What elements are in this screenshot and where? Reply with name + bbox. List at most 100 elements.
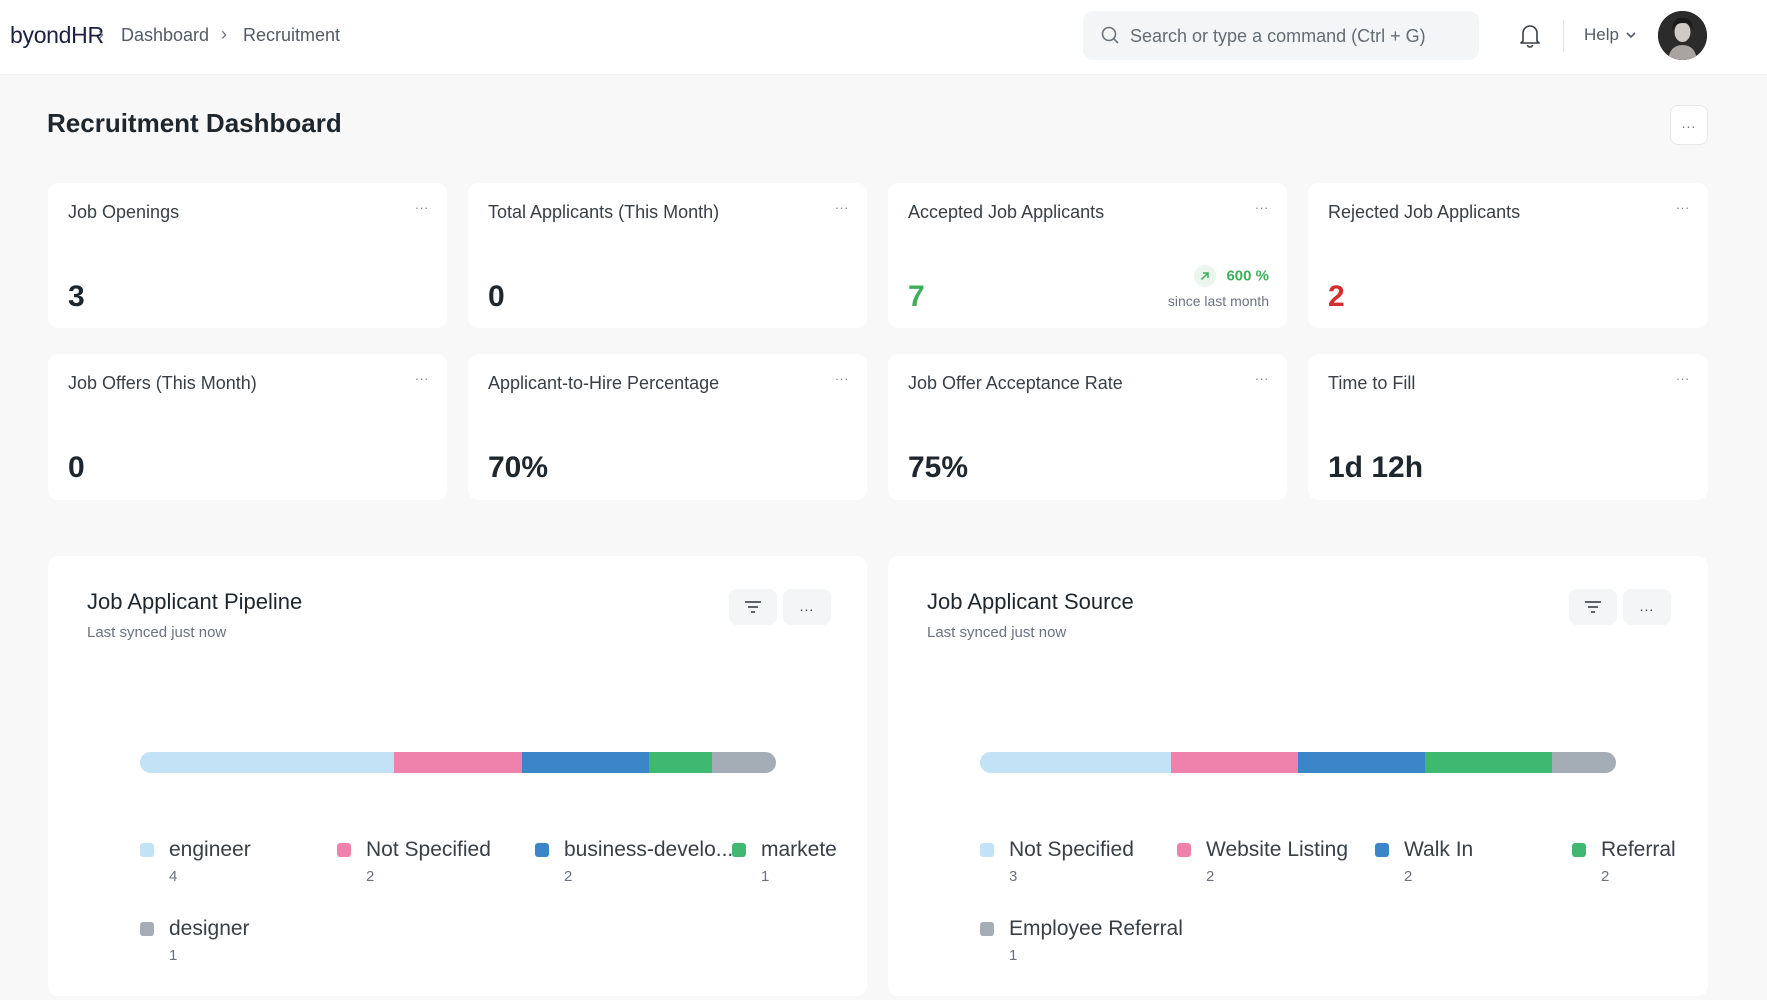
card-value: 0 xyxy=(488,280,505,313)
stacked-bar xyxy=(980,752,1616,773)
legend-swatch-icon xyxy=(140,843,154,857)
chart-sync-status: Last synced just now xyxy=(87,624,227,641)
number-card-job-offers: Job Offers (This Month) ... 0 xyxy=(48,354,447,500)
card-menu-button[interactable]: ... xyxy=(835,368,849,383)
trend-label: since last month xyxy=(1167,293,1269,309)
card-title: Job Openings xyxy=(68,202,180,222)
card-menu-button[interactable]: ... xyxy=(1255,197,1269,212)
chart-filter-button[interactable] xyxy=(729,589,777,625)
top-navbar: byondHR › Dashboard › Recruitment Search… xyxy=(0,0,1767,75)
search-icon xyxy=(1101,26,1119,44)
number-card-job-openings: Job Openings ... 3 xyxy=(48,183,447,328)
chart-menu-button[interactable]: ... xyxy=(1623,589,1671,625)
card-menu-button[interactable]: ... xyxy=(1676,368,1690,383)
legend-swatch-icon xyxy=(1572,843,1586,857)
legend-value: 2 xyxy=(564,868,573,885)
chart-job-applicant-source: Job Applicant Source Last synced just no… xyxy=(888,556,1708,996)
bar-segment[interactable] xyxy=(712,752,776,773)
trend-indicator: 600 % since last month xyxy=(1168,265,1269,309)
legend-swatch-icon xyxy=(980,922,994,936)
legend-value: 2 xyxy=(1206,868,1215,885)
navbar-divider xyxy=(1563,20,1564,52)
chart-sync-status: Last synced just now xyxy=(927,624,1067,641)
page-title: Recruitment Dashboard xyxy=(47,108,342,138)
breadcrumb-recruitment[interactable]: Recruitment xyxy=(243,25,340,46)
bar-segment[interactable] xyxy=(980,752,1171,773)
card-menu-button[interactable]: ... xyxy=(415,197,429,212)
chart-menu-button[interactable]: ... xyxy=(783,589,831,625)
legend-swatch-icon xyxy=(1177,843,1191,857)
number-card-rejected-applicants: Rejected Job Applicants ... 2 xyxy=(1308,183,1708,328)
card-menu-button[interactable]: ... xyxy=(1255,368,1269,383)
legend-label: Employee Referral xyxy=(1009,917,1183,940)
card-value: 7 xyxy=(908,280,925,313)
bar-segment[interactable] xyxy=(521,752,649,773)
bar-segment[interactable] xyxy=(1170,752,1298,773)
breadcrumb-separator-icon: › xyxy=(98,24,104,44)
chart-filter-button[interactable] xyxy=(1569,589,1617,625)
legend-swatch-icon xyxy=(535,843,549,857)
legend-value: 2 xyxy=(1404,868,1413,885)
chevron-down-icon[interactable] xyxy=(1625,31,1637,39)
legend-swatch-icon xyxy=(337,843,351,857)
number-card-accepted-applicants: Accepted Job Applicants ... 7 600 % sinc… xyxy=(888,183,1287,328)
more-options-icon: ... xyxy=(799,598,815,614)
legend-swatch-icon xyxy=(1375,843,1389,857)
filter-icon xyxy=(1585,601,1601,613)
bar-segment[interactable] xyxy=(648,752,713,773)
bar-segment[interactable] xyxy=(140,752,395,773)
chart-title: Job Applicant Source xyxy=(927,589,1134,614)
card-title: Time to Fill xyxy=(1328,373,1416,393)
bar-segment[interactable] xyxy=(1425,752,1553,773)
number-card-time-to-fill: Time to Fill ... 1d 12h xyxy=(1308,354,1708,500)
help-dropdown[interactable]: Help xyxy=(1584,25,1619,45)
card-value: 70% xyxy=(488,451,549,484)
legend-value: 2 xyxy=(366,868,375,885)
legend-label: markete xyxy=(761,838,837,861)
legend-value: 4 xyxy=(169,868,178,885)
number-card-offer-acceptance-rate: Job Offer Acceptance Rate ... 75% xyxy=(888,354,1287,500)
card-title: Rejected Job Applicants xyxy=(1328,202,1521,222)
legend-value: 1 xyxy=(761,868,770,885)
stacked-bar xyxy=(140,752,776,773)
legend-swatch-icon xyxy=(140,922,154,936)
card-value: 0 xyxy=(68,451,85,484)
avatar-photo-icon xyxy=(1658,11,1707,60)
bell-icon[interactable] xyxy=(1518,22,1542,48)
legend-label: Referral xyxy=(1601,838,1676,861)
legend-label: engineer xyxy=(169,838,251,861)
chart-title: Job Applicant Pipeline xyxy=(87,589,303,614)
number-card-applicant-to-hire: Applicant-to-Hire Percentage ... 70% xyxy=(468,354,867,500)
legend-value: 1 xyxy=(169,947,178,964)
arrow-up-right-icon xyxy=(1194,265,1217,287)
breadcrumb-dashboard[interactable]: Dashboard xyxy=(121,25,209,46)
more-options-icon: ... xyxy=(1639,598,1655,614)
card-title: Total Applicants (This Month) xyxy=(488,202,720,222)
card-value: 1d 12h xyxy=(1328,451,1424,484)
legend-value: 3 xyxy=(1009,868,1018,885)
number-card-total-applicants: Total Applicants (This Month) ... 0 xyxy=(468,183,867,328)
filter-icon xyxy=(745,601,761,613)
legend-label: Walk In xyxy=(1404,838,1474,861)
brand-logo[interactable]: byondHR xyxy=(10,22,104,49)
legend-swatch-icon xyxy=(980,843,994,857)
more-options-icon: ... xyxy=(1681,115,1697,131)
legend-swatch-icon xyxy=(732,843,746,857)
user-avatar[interactable] xyxy=(1658,11,1707,60)
legend-label: Website Listing xyxy=(1206,838,1349,861)
card-menu-button[interactable]: ... xyxy=(415,368,429,383)
card-title: Applicant-to-Hire Percentage xyxy=(488,373,720,393)
card-value: 2 xyxy=(1328,280,1345,313)
legend-label: Not Specified xyxy=(1009,838,1134,861)
breadcrumb-separator-icon: › xyxy=(221,24,227,44)
card-menu-button[interactable]: ... xyxy=(835,197,849,212)
bar-segment[interactable] xyxy=(394,752,522,773)
legend-label: Not Specified xyxy=(366,838,491,861)
search-bar[interactable]: Search or type a command (Ctrl + G) xyxy=(1083,11,1479,60)
dashboard-menu-button[interactable]: ... xyxy=(1670,105,1708,145)
card-menu-button[interactable]: ... xyxy=(1676,197,1690,212)
bar-segment[interactable] xyxy=(1552,752,1616,773)
chart-job-applicant-pipeline: Job Applicant Pipeline Last synced just … xyxy=(48,556,867,996)
card-value: 3 xyxy=(68,280,85,313)
bar-segment[interactable] xyxy=(1297,752,1426,773)
